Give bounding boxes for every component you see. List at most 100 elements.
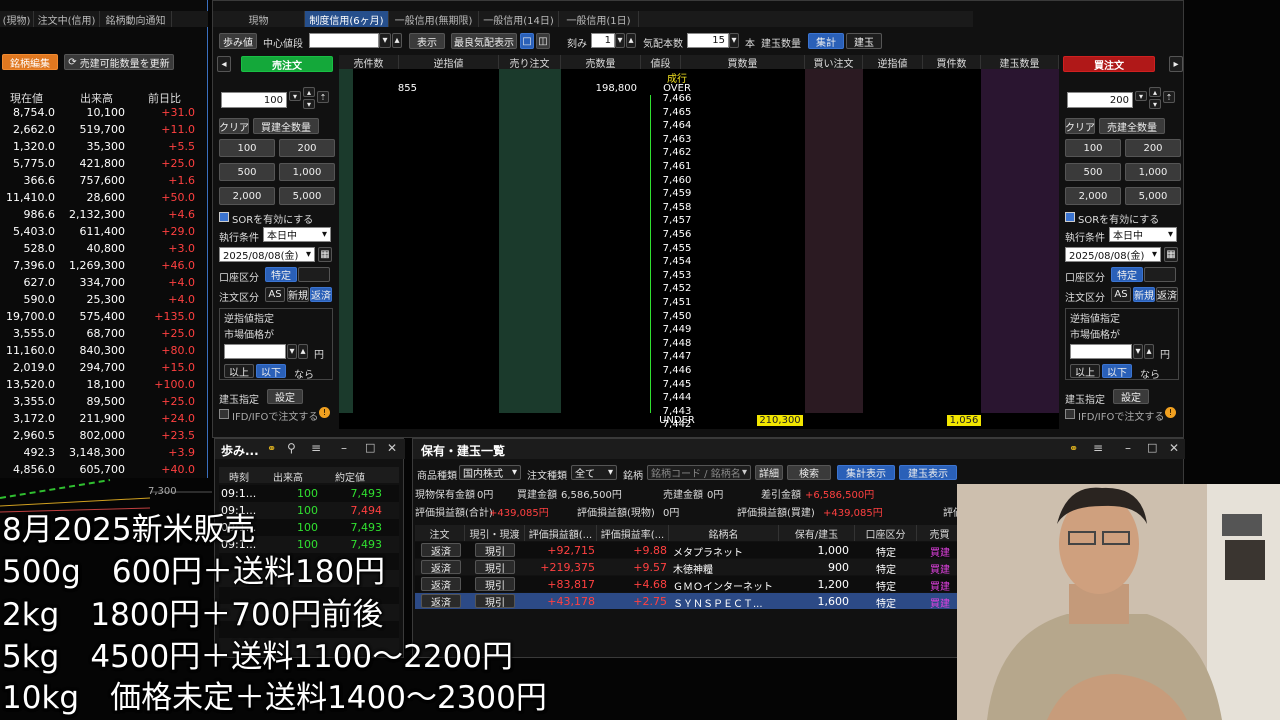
search-button[interactable]: 検索	[787, 465, 831, 480]
watchlist-row[interactable]: 7,396.0 1,269,300 +46.0	[0, 257, 200, 274]
watchlist-row[interactable]: 590.0 25,300 +4.0	[0, 291, 200, 308]
receive-button[interactable]: 現引	[475, 594, 515, 609]
all-qty-button[interactable]: 売建全数量	[1099, 118, 1165, 134]
link-icon[interactable]: ⚭	[267, 442, 276, 455]
preset-qty-button[interactable]: 2,000	[219, 187, 275, 205]
board-price-row[interactable]: 7,453	[339, 270, 1059, 281]
watchlist-row[interactable]: 11,410.0 28,600 +50.0	[0, 189, 200, 206]
board-price-row[interactable]: 7,450	[339, 311, 1059, 322]
new-order-button[interactable]: 新規	[1133, 287, 1155, 302]
board-price-row[interactable]: 7,445	[339, 379, 1059, 390]
maximize-icon[interactable]: □	[365, 441, 375, 454]
holdings-row[interactable]: 返済 現引 +43,178 +2.75 ＳＹＮＳＰＥＣＴ... 1,600 特定 買建	[415, 593, 963, 610]
center-price-input[interactable]	[309, 33, 379, 48]
below-button[interactable]: 以下	[1102, 364, 1132, 379]
receive-button[interactable]: 現引	[475, 543, 515, 558]
board-price-row[interactable]: 7,448	[339, 338, 1059, 349]
preset-qty-button[interactable]: 200	[1125, 139, 1181, 157]
below-button[interactable]: 以下	[256, 364, 286, 379]
step-up[interactable]: ▴	[626, 33, 636, 48]
close-icon[interactable]: ✕	[1169, 441, 1179, 455]
account-other-button[interactable]	[1144, 267, 1176, 282]
qty-dropdown[interactable]: ▾	[1135, 91, 1147, 101]
holdings-col-header[interactable]: 注文	[415, 525, 465, 541]
board-price-row[interactable]: 7,451	[339, 297, 1059, 308]
board-price-row[interactable]: 7,466	[339, 93, 1059, 104]
calendar-icon[interactable]: ▦	[1164, 247, 1178, 262]
link-icon[interactable]: ⚭	[1069, 442, 1078, 455]
holdings-col-header[interactable]: 保有/建玉	[779, 525, 855, 541]
account-other-button[interactable]	[298, 267, 330, 282]
watchlist-row[interactable]: 5,775.0 421,800 +25.0	[0, 155, 200, 172]
close-position-button[interactable]: 返済	[421, 577, 461, 592]
close-order-button[interactable]: 返済	[310, 287, 332, 302]
qty-dropdown[interactable]: ▾	[289, 91, 301, 101]
tab-orders-margin[interactable]: 注文中(信用)	[34, 11, 100, 27]
sor-checkbox[interactable]	[219, 212, 229, 222]
stop-price-up[interactable]: ▴	[1144, 344, 1154, 359]
layout-split-icon[interactable]: ◫	[536, 33, 550, 49]
watchlist-row[interactable]: 8,754.0 10,100 +31.0	[0, 104, 200, 121]
preset-qty-button[interactable]: 1,000	[1125, 163, 1181, 181]
best-quote-button[interactable]: 最良気配表示	[451, 33, 517, 49]
tab-general-margin-1d[interactable]: 一般信用(1日)	[559, 11, 639, 27]
watchlist-row[interactable]: 492.3 3,148,300 +3.9	[0, 444, 200, 461]
watchlist-row[interactable]: 3,355.0 89,500 +25.0	[0, 393, 200, 410]
sor-checkbox[interactable]	[1065, 212, 1075, 222]
exec-cond-select[interactable]: 本日中 ▾	[1109, 227, 1177, 242]
position-settings-button[interactable]: 設定	[267, 389, 303, 404]
symbol-input[interactable]: 銘柄コード / 銘柄名 ▾	[647, 465, 751, 480]
close-icon[interactable]: ✕	[387, 441, 397, 455]
tab-cash[interactable]: 現物	[213, 11, 305, 27]
watchlist-row[interactable]: 528.0 40,800 +3.0	[0, 240, 200, 257]
buy-order-title[interactable]: 買注文	[1063, 56, 1155, 72]
board-price-row[interactable]: 7,460	[339, 175, 1059, 186]
quote-count-dropdown[interactable]: ▾	[729, 33, 739, 48]
qty-up[interactable]: ▴	[1149, 87, 1161, 97]
board-price-row[interactable]: 7,458	[339, 202, 1059, 213]
qty-input[interactable]: 100	[221, 92, 287, 108]
board-price-row[interactable]: 7,457	[339, 215, 1059, 226]
preset-qty-button[interactable]: 5,000	[1125, 187, 1181, 205]
watchlist-row[interactable]: 5,403.0 611,400 +29.0	[0, 223, 200, 240]
update-short-qty-button[interactable]: ⟳ 売建可能数量を更新	[64, 54, 174, 70]
holdings-col-header[interactable]: 口座区分	[855, 525, 917, 541]
preset-qty-button[interactable]: 100	[219, 139, 275, 157]
receive-button[interactable]: 現引	[475, 577, 515, 592]
preset-qty-button[interactable]: 2,000	[1065, 187, 1121, 205]
receive-button[interactable]: 現引	[475, 560, 515, 575]
menu-icon[interactable]: ≡	[1093, 441, 1103, 455]
board-price-row[interactable]: 7,449	[339, 324, 1059, 335]
watchlist-row[interactable]: 13,520.0 18,100 +100.0	[0, 376, 200, 393]
as-button[interactable]: AS	[265, 287, 285, 302]
holdings-row[interactable]: 返済 現引 +219,375 +9.57 木徳神糧 900 特定 買建	[415, 559, 963, 576]
aggregate-display-button[interactable]: 集計表示	[837, 465, 895, 480]
holdings-col-header[interactable]: 評価損益額(...	[525, 525, 597, 541]
board-price-row[interactable]: 7,461	[339, 161, 1059, 172]
tab-general-margin-14d[interactable]: 一般信用(14日)	[479, 11, 559, 27]
holdings-row[interactable]: 返済 現引 +92,715 +9.88 メタプラネット 1,000 特定 買建	[415, 542, 963, 559]
center-price-dropdown[interactable]: ▾	[379, 33, 391, 48]
ifd-checkbox[interactable]	[1065, 409, 1075, 419]
stop-price-input[interactable]	[224, 344, 286, 359]
as-button[interactable]: AS	[1111, 287, 1131, 302]
preset-qty-button[interactable]: 500	[219, 163, 275, 181]
holdings-col-header[interactable]: 現引・現渡	[465, 525, 525, 541]
preset-qty-button[interactable]: 100	[1065, 139, 1121, 157]
new-order-button[interactable]: 新規	[287, 287, 309, 302]
qty-up[interactable]: ▴	[303, 87, 315, 97]
board-price-row[interactable]: 7,452	[339, 283, 1059, 294]
watchlist-row[interactable]: 2,019.0 294,700 +15.0	[0, 359, 200, 376]
close-order-button[interactable]: 返済	[1156, 287, 1178, 302]
stop-price-up[interactable]: ▴	[298, 344, 308, 359]
qty-input[interactable]: 200	[1067, 92, 1133, 108]
board-price-row[interactable]: 7,465	[339, 107, 1059, 118]
center-price-up[interactable]: ▴	[392, 33, 402, 48]
aggregate-button[interactable]: 集計	[808, 33, 844, 49]
calendar-icon[interactable]: ▦	[318, 247, 332, 262]
menu-icon[interactable]: ≡	[311, 441, 321, 455]
sell-order-title[interactable]: 売注文	[241, 56, 333, 72]
board-price-row[interactable]: 7,464	[339, 120, 1059, 131]
qty-down[interactable]: ▾	[303, 99, 315, 109]
preset-qty-button[interactable]: 1,000	[279, 163, 335, 181]
